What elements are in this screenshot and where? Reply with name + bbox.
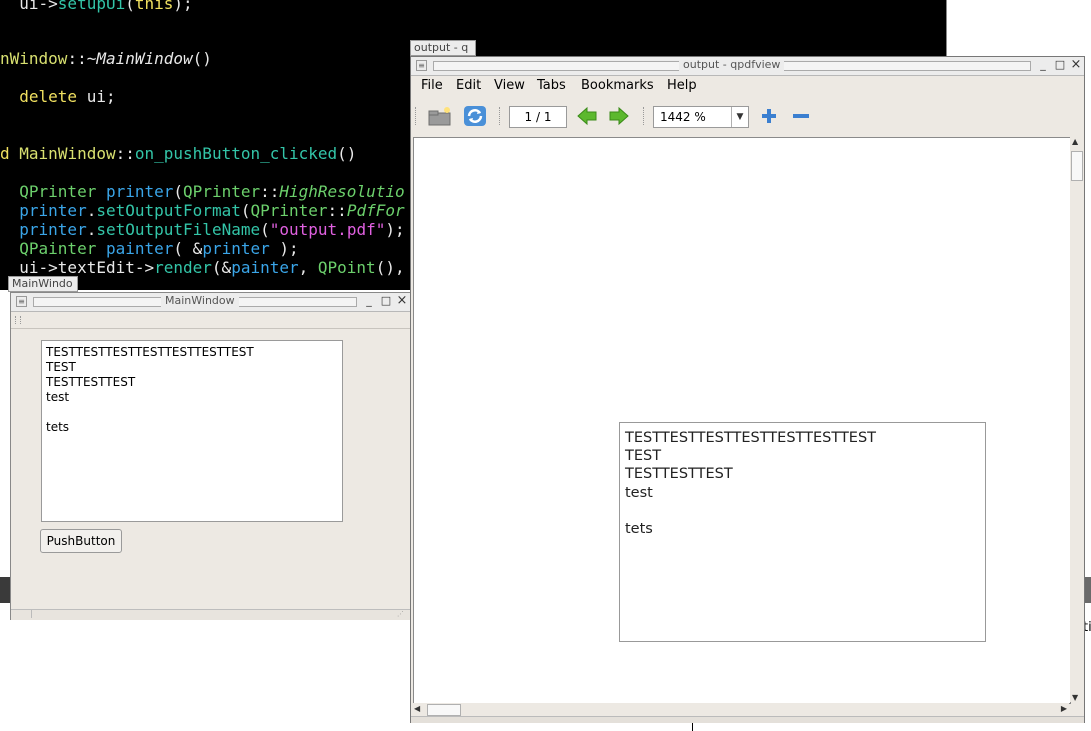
toolbar-handle[interactable] <box>15 316 21 324</box>
code-line-8: QPainter painter( &printer ); <box>19 239 299 258</box>
zoom-in-icon[interactable] <box>757 105 781 127</box>
code-line-9: ui->textEdit->render(&painter, QPoint(), <box>0 258 405 277</box>
mainwindow-title: MainWindow <box>161 294 239 307</box>
previous-page-icon[interactable] <box>575 105 599 127</box>
menu-help[interactable]: Help <box>667 78 697 93</box>
toolbar-separator <box>499 107 502 125</box>
qpdfview-titlebar[interactable]: ≡ output - qpdfview _ □ × <box>411 57 1084 76</box>
page-number-input[interactable]: 1 / 1 <box>509 106 567 128</box>
status-bar <box>411 716 1084 723</box>
pdf-text-line: TESTTESTTESTTESTTESTTESTTEST <box>625 430 877 446</box>
background-window-edge <box>946 0 960 60</box>
window-menu-icon[interactable]: ≡ <box>416 60 427 71</box>
open-folder-icon[interactable] <box>427 105 451 127</box>
scroll-down-icon[interactable]: ▼ <box>1072 693 1078 702</box>
text-edit[interactable]: TESTTESTTESTTESTTESTTESTTEST TEST TESTTE… <box>41 340 343 522</box>
qpdfview-window: ≡ output - qpdfview _ □ × File Edit View… <box>410 56 1085 723</box>
code-line-3: delete ui; <box>19 87 116 106</box>
horizontal-scrollbar[interactable]: ◀ ▶ <box>413 703 1069 716</box>
maximize-icon[interactable]: □ <box>380 295 392 307</box>
menu-edit[interactable]: Edit <box>456 78 481 93</box>
background-area <box>0 619 410 731</box>
menu-view[interactable]: View <box>494 78 525 93</box>
close-icon[interactable]: × <box>1070 58 1082 71</box>
menu-bookmarks[interactable]: Bookmarks <box>581 78 654 93</box>
zoom-select[interactable]: 1442 % ▼ <box>653 106 749 128</box>
text-edit-line: TESTTESTTEST <box>46 375 136 389</box>
taskbar-tab-output[interactable]: output - q <box>410 40 476 56</box>
taskbar-tab-mainwindow[interactable]: MainWindo <box>8 276 78 292</box>
text-edit-line: tets <box>46 420 70 434</box>
text-edit-line: test <box>46 390 70 404</box>
text-edit-line: TESTTESTTESTTESTTESTTESTTEST <box>46 345 254 359</box>
document-viewport[interactable]: TESTTESTTESTTESTTESTTESTTEST TEST TESTTE… <box>413 137 1071 704</box>
horizontal-scroll-thumb[interactable] <box>427 704 461 716</box>
next-page-icon[interactable] <box>607 105 631 127</box>
pdf-text-line: test <box>625 485 653 501</box>
size-grip-icon[interactable]: ⋰ <box>397 610 407 619</box>
zoom-out-icon[interactable] <box>789 105 813 127</box>
close-icon[interactable]: × <box>396 294 408 307</box>
qpdfview-title: output - qpdfview <box>679 58 785 71</box>
vertical-scrollbar[interactable]: ▲ ▼ <box>1070 137 1083 702</box>
menu-tabs[interactable]: Tabs <box>537 78 566 93</box>
pdf-page: TESTTESTTESTTESTTESTTESTTEST TEST TESTTE… <box>619 422 986 642</box>
mainwindow-toolbar-area <box>11 312 410 329</box>
mainwindow-window: ≡ MainWindow _ □ × TESTTESTTESTTESTTESTT… <box>10 292 411 620</box>
status-divider <box>31 610 32 618</box>
refresh-icon[interactable] <box>463 105 487 127</box>
scroll-right-icon[interactable]: ▶ <box>1061 703 1067 715</box>
code-line-5: QPrinter printer(QPrinter::HighResolutio <box>19 182 405 201</box>
menu-bar: File Edit View Tabs Bookmarks Help <box>411 76 1084 98</box>
toolbar-separator <box>643 107 646 125</box>
minimize-icon[interactable]: _ <box>363 295 375 307</box>
vertical-scroll-thumb[interactable] <box>1071 151 1083 181</box>
pdf-text-line: TEST <box>625 448 662 464</box>
toolbar-handle[interactable] <box>415 107 418 125</box>
status-bar: ⋰ <box>11 609 410 620</box>
mainwindow-titlebar[interactable]: ≡ MainWindow _ □ × <box>11 293 410 312</box>
menu-file[interactable]: File <box>421 78 443 93</box>
toolbar: 1 / 1 1442 % ▼ <box>411 99 1084 133</box>
scroll-up-icon[interactable]: ▲ <box>1072 137 1078 146</box>
code-line-2: nWindow::~MainWindow() <box>0 49 212 68</box>
background-bar <box>0 577 10 603</box>
code-line-1: ui->setupUi(this); <box>0 0 193 13</box>
code-line-4: d MainWindow::on_pushButton_clicked() <box>0 144 357 163</box>
text-edit-line: TEST <box>46 360 76 374</box>
maximize-icon[interactable]: □ <box>1054 59 1066 71</box>
zoom-value: 1442 % <box>660 110 706 124</box>
window-menu-icon[interactable]: ≡ <box>16 296 27 307</box>
push-button[interactable]: PushButton <box>40 529 122 553</box>
pdf-text-line: tets <box>625 521 653 537</box>
scroll-left-icon[interactable]: ◀ <box>414 703 420 715</box>
minimize-icon[interactable]: _ <box>1037 59 1049 71</box>
chevron-down-icon[interactable]: ▼ <box>731 107 748 127</box>
code-line-7: printer.setOutputFileName("output.pdf"); <box>19 220 405 239</box>
code-line-6: printer.setOutputFormat(QPrinter::PdfFor <box>19 201 405 220</box>
pdf-text-line: TESTTESTTEST <box>625 466 733 482</box>
